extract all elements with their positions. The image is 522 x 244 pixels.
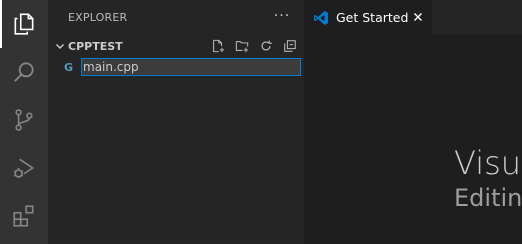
folder-section-header[interactable]: CPPTEST — [48, 36, 304, 56]
refresh-button[interactable] — [258, 38, 274, 54]
run-debug-icon — [14, 158, 35, 178]
activity-bar — [0, 0, 48, 244]
explorer-sidebar: EXPLORER ··· CPPTEST G main.cpp — [48, 0, 304, 244]
vscode-icon — [314, 11, 328, 25]
new-folder-button[interactable] — [234, 38, 250, 54]
new-file-button[interactable] — [210, 38, 226, 54]
extensions-icon — [13, 205, 34, 227]
welcome-title: Visu — [454, 144, 522, 182]
editor-tab-bar: Get Started — [304, 0, 522, 35]
refresh-icon — [261, 40, 272, 51]
sidebar-title: EXPLORER — [68, 11, 128, 24]
tab-get-started[interactable]: Get Started — [304, 0, 432, 35]
collapse-all-icon — [284, 40, 296, 52]
run-debug-button[interactable] — [0, 144, 48, 192]
tab-label: Get Started — [336, 10, 409, 25]
more-actions-icon[interactable]: ··· — [272, 6, 292, 26]
extensions-button[interactable] — [0, 192, 48, 240]
new-folder-icon — [235, 41, 249, 53]
new-file-row: G — [48, 58, 304, 78]
folder-name: CPPTEST — [68, 40, 123, 53]
source-control-icon — [15, 109, 33, 131]
close-icon[interactable] — [412, 11, 424, 23]
explorer-button[interactable] — [0, 0, 48, 48]
new-file-icon — [213, 39, 225, 53]
files-icon — [14, 13, 34, 35]
chevron-down-icon — [56, 44, 64, 49]
search-icon — [14, 62, 34, 82]
source-control-button[interactable] — [0, 96, 48, 144]
search-button[interactable] — [0, 48, 48, 96]
cpp-file-icon: G — [64, 61, 74, 74]
collapse-all-button[interactable] — [282, 38, 298, 54]
section-actions — [210, 38, 298, 54]
rename-input[interactable] — [81, 58, 301, 76]
welcome-subtitle: Editin — [454, 184, 522, 212]
